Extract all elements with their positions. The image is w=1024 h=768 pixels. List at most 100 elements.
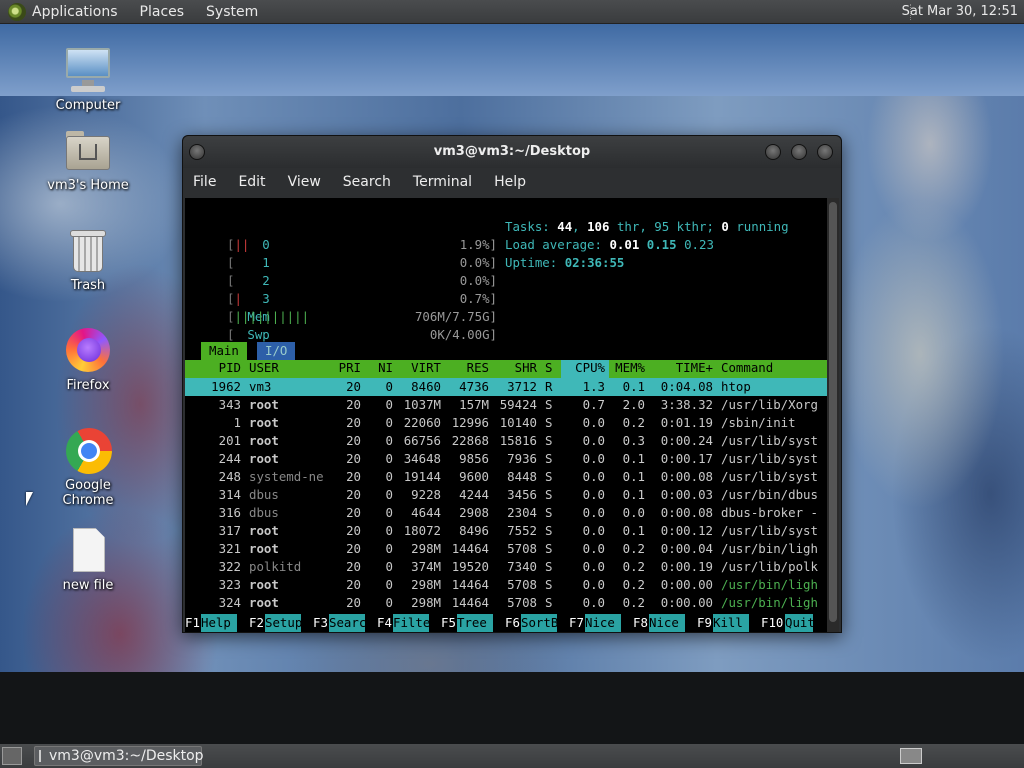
fkey-label-f2[interactable]: Setup — [265, 614, 301, 632]
minimize-button[interactable] — [765, 144, 781, 160]
process-row[interactable]: 314 dbus 20 0 9228 4244 3456 S 0.0 0.1 0:00.03/usr… — [185, 486, 827, 504]
process-cell-pid: 324 — [218, 595, 241, 610]
workspace-switcher[interactable] — [900, 748, 922, 764]
distro-logo-icon[interactable] — [8, 2, 26, 21]
desktop-icon-computer[interactable]: Computer — [38, 46, 138, 113]
menu-search[interactable]: Search — [343, 174, 391, 190]
col-state[interactable]: S — [545, 360, 552, 375]
menu-view[interactable]: View — [288, 174, 321, 190]
fkey-label-f6[interactable]: SortBy — [521, 614, 557, 632]
menu-places[interactable]: Places — [140, 4, 185, 20]
fkey-label-f3[interactable]: Search — [329, 614, 365, 632]
close-button[interactable] — [817, 144, 833, 160]
process-cell-mem: 0.2 — [622, 559, 645, 574]
fkey-label-f4[interactable]: Filter — [393, 614, 429, 632]
col-cpu[interactable]: CPU% — [561, 360, 605, 375]
desktop-bottom-strip — [0, 672, 1024, 744]
menu-terminal[interactable]: Terminal — [413, 174, 472, 190]
col-ni[interactable]: NI — [365, 360, 393, 375]
process-cell-mem: 0.2 — [622, 415, 645, 430]
process-cell-cpu: 0.0 — [582, 577, 605, 592]
menu-edit[interactable]: Edit — [238, 174, 265, 190]
terminal-screen[interactable]: 0 [|| 1.9%] 1[0.0%] 2[0.0%] 3 [| 0.7%] Mem [|… — [185, 198, 827, 632]
fkey-f4[interactable]: F4 — [377, 614, 392, 632]
show-desktop-icon[interactable] — [2, 747, 22, 765]
process-cell-cmd: /usr/lib/syst — [721, 523, 818, 538]
fkey-f5[interactable]: F5 — [441, 614, 456, 632]
process-cell-res: 12996 — [451, 415, 489, 430]
fkey-f2[interactable]: F2 — [249, 614, 264, 632]
process-row[interactable]: 316 dbus 20 0 4644 2908 2304 S 0.0 0.0 0:00.08 dbus… — [185, 504, 827, 522]
desktop-icon-chrome[interactable]: Google Chrome — [38, 419, 138, 508]
fkey-label-f9[interactable]: Kill — [713, 614, 749, 632]
process-row[interactable]: 323 root 20 0 298M 14464 5708 S 0.0 0.2 0:00.00/us… — [185, 576, 827, 594]
window-titlebar[interactable]: vm3@vm3:~/Desktop — [183, 136, 841, 168]
desktop-icon-firefox[interactable]: Firefox — [38, 326, 138, 393]
desktop-icon-trash[interactable]: Trash — [38, 226, 138, 293]
process-row[interactable]: 248 systemd-ne 20 0 19144 9600 8448 S 0.0 0.1 0:00… — [185, 468, 827, 486]
scrollbar-thumb[interactable] — [829, 202, 837, 622]
process-cell-mem: 0.2 — [622, 595, 645, 610]
fkey-label-f1[interactable]: Help — [201, 614, 237, 632]
col-shr[interactable]: SHR — [489, 360, 537, 375]
col-pid[interactable]: PID — [185, 360, 241, 375]
process-cell-mem: 0.3 — [622, 433, 645, 448]
clock[interactable]: Sat Mar 30, 12:51 — [902, 4, 1018, 19]
tab-io[interactable]: I/O — [257, 342, 296, 360]
home-folder-icon — [63, 126, 113, 176]
col-res[interactable]: RES — [441, 360, 489, 375]
process-row[interactable]: 317 root 20 0 18072 8496 7552 S 0.0 0.1 0:00.12/us… — [185, 522, 827, 540]
process-cell-ni: 0 — [385, 505, 393, 520]
fkey-label-f5[interactable]: Tree — [457, 614, 493, 632]
process-cell-user: dbus — [249, 487, 279, 502]
menu-system[interactable]: System — [206, 4, 258, 20]
col-command[interactable]: Command — [721, 360, 773, 375]
process-cell-virt: 18072 — [403, 523, 441, 538]
window-menu-button[interactable] — [189, 144, 205, 160]
maximize-button[interactable] — [791, 144, 807, 160]
process-cell-res: 9856 — [459, 451, 489, 466]
fkey-f8[interactable]: F8 — [633, 614, 648, 632]
process-cell-user: dbus — [249, 505, 279, 520]
menu-file[interactable]: File — [193, 174, 216, 190]
process-row[interactable]: 343 root 20 0 1037M 157M 59424 S 0.7 2.0 3:38.32/u… — [185, 396, 827, 414]
process-cell-ni: 0 — [385, 379, 393, 394]
col-mem[interactable]: MEM% — [605, 360, 645, 375]
process-cell-shr: 10140 — [499, 415, 537, 430]
menu-help[interactable]: Help — [494, 174, 526, 190]
col-pri[interactable]: PRI — [325, 360, 361, 375]
fkey-f7[interactable]: F7 — [569, 614, 584, 632]
process-row[interactable]: 322 polkitd 20 0 374M 19520 7340 S 0.0 0.2 0:00.19… — [185, 558, 827, 576]
tab-main[interactable]: Main — [201, 342, 247, 360]
desktop-icon-home[interactable]: vm3's Home — [38, 126, 138, 193]
process-cell-cmd: htop — [721, 379, 751, 394]
process-row[interactable]: 1962 vm3 20 0 8460 4736 3712 R 1.3 0.1 0:04.08 htop — [185, 378, 827, 396]
col-virt[interactable]: VIRT — [393, 360, 441, 375]
top-panel: Applications Places System Sat Mar 30, 1… — [0, 0, 1024, 24]
menu-applications[interactable]: Applications — [32, 4, 118, 20]
process-row[interactable]: 321 root 20 0 298M 14464 5708 S 0.0 0.2 0:00.04/us… — [185, 540, 827, 558]
fkey-f6[interactable]: F6 — [505, 614, 520, 632]
terminal-scrollbar[interactable] — [827, 198, 839, 632]
process-row[interactable]: 244 root 20 0 34648 9856 7936 S 0.0 0.1 0:00.17/us… — [185, 450, 827, 468]
taskbar-item-terminal[interactable]: vm3@vm3:~/Desktop — [34, 746, 204, 766]
process-cell-cpu: 0.0 — [582, 559, 605, 574]
process-row[interactable]: 324 root 20 0 298M 14464 5708 S 0.0 0.2 0:00.00/us… — [185, 594, 827, 612]
fkey-f3[interactable]: F3 — [313, 614, 328, 632]
process-cell-pri: 20 — [346, 415, 361, 430]
process-row[interactable]: 201 root 20 0 66756 22868 15816 S 0.0 0.3 0:00.24 /… — [185, 432, 827, 450]
process-cell-user: polkitd — [249, 559, 302, 574]
terminal-window[interactable]: vm3@vm3:~/Desktop File Edit View Search … — [182, 135, 842, 633]
desktop-icon-new-file[interactable]: new file — [38, 526, 138, 593]
fkey-label-f10[interactable]: Quit — [785, 614, 813, 632]
col-user[interactable]: USER — [249, 360, 279, 375]
fkey-f10[interactable]: F10 — [761, 614, 783, 632]
fkey-f9[interactable]: F9 — [697, 614, 712, 632]
col-time[interactable]: TIME+ — [645, 360, 713, 375]
process-cell-res: 14464 — [451, 595, 489, 610]
fkey-f1[interactable]: F1 — [185, 614, 200, 632]
fkey-label-f7[interactable]: Nice - — [585, 614, 621, 632]
fkey-label-f8[interactable]: Nice + — [649, 614, 685, 632]
window-title: vm3@vm3:~/Desktop — [433, 144, 591, 159]
process-row[interactable]: 1 root 20 0 22060 12996 10140 S 0.0 0.2 0:01.19/sb… — [185, 414, 827, 432]
